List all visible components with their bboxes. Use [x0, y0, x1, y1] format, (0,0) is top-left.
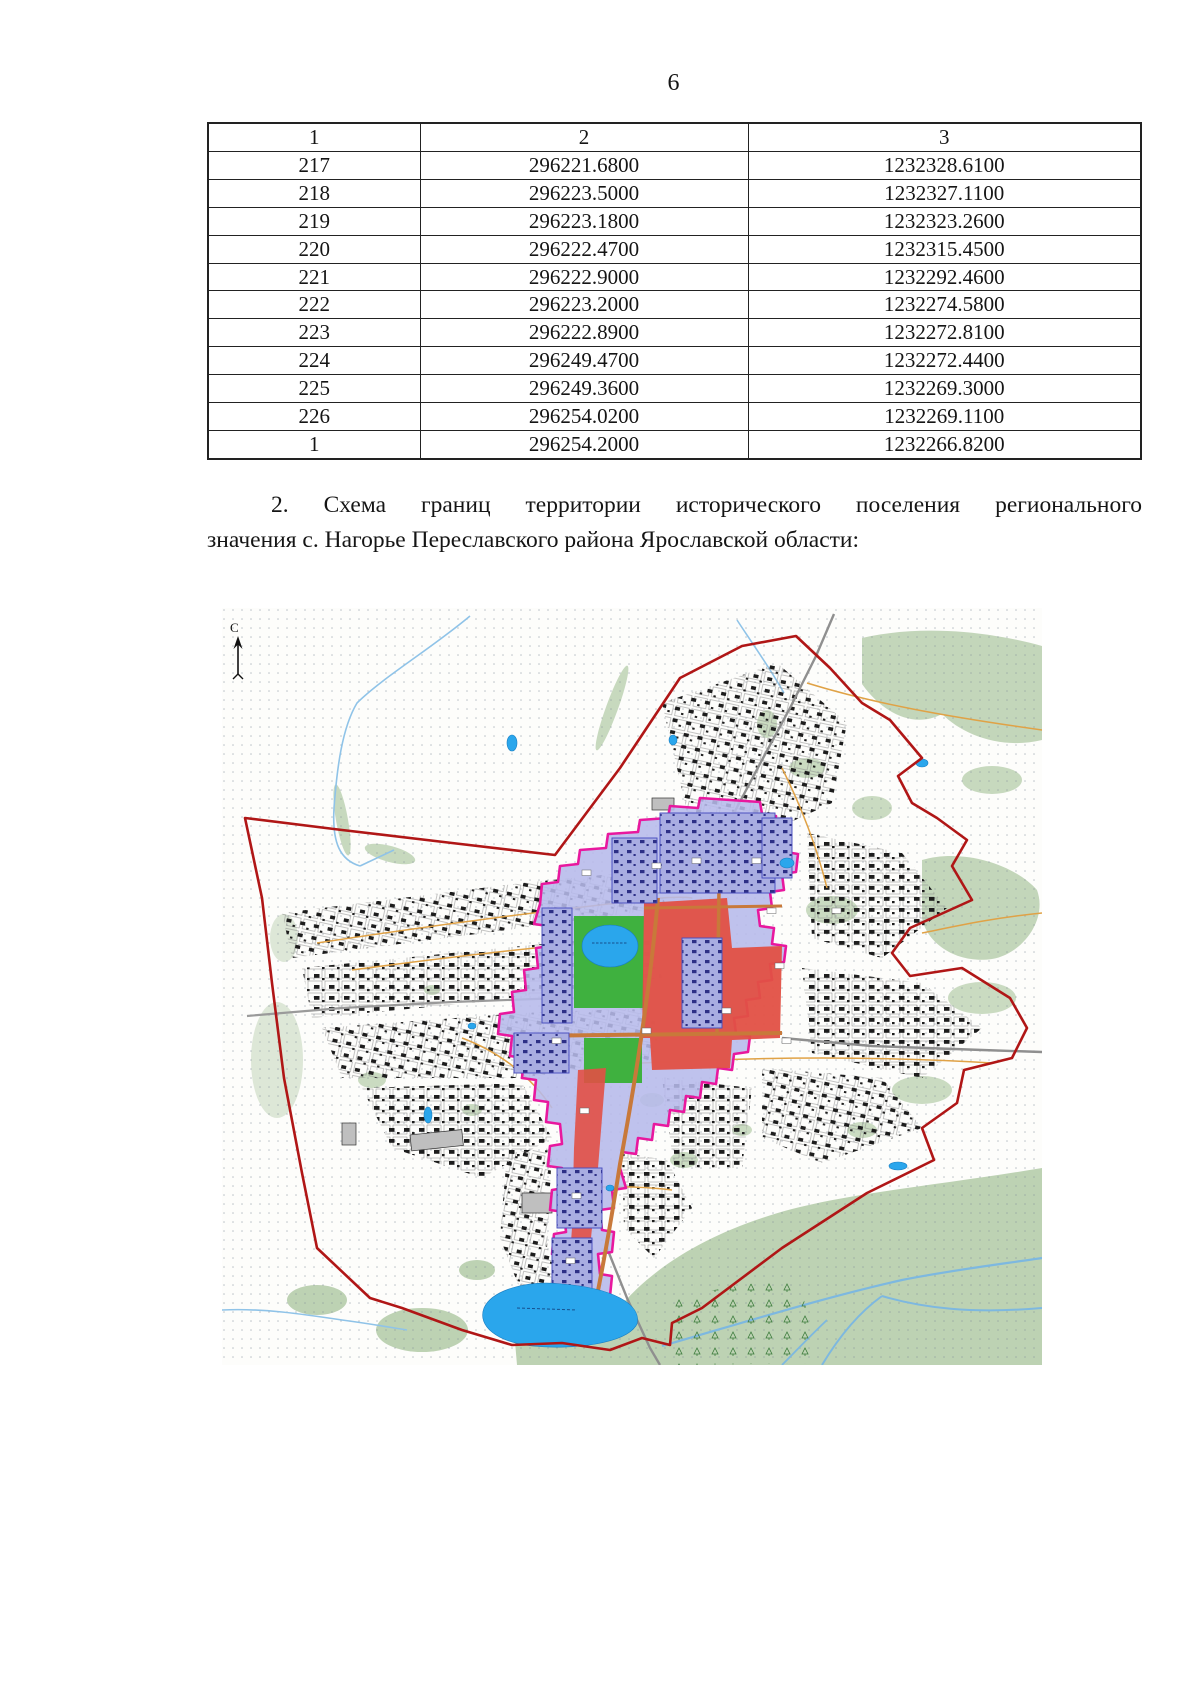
- table-cell: 1232272.4400: [748, 347, 1141, 375]
- coordinates-table: 1 2 3 217296221.68001232328.6100 2182962…: [207, 122, 1142, 460]
- table-row: 223296222.89001232272.8100: [208, 319, 1141, 347]
- table-header: 2: [420, 123, 748, 151]
- table-row: 222296223.20001232274.5800: [208, 291, 1141, 319]
- table-cell: 296223.1800: [420, 207, 748, 235]
- table-cell: 225: [208, 375, 420, 403]
- table-cell: 1: [208, 430, 420, 459]
- park-pond: [582, 925, 638, 967]
- table-cell: 218: [208, 179, 420, 207]
- table-header-row: 1 2 3: [208, 123, 1141, 151]
- table-cell: 296223.5000: [420, 179, 748, 207]
- table-cell: 224: [208, 347, 420, 375]
- table-cell: 1232292.4600: [748, 263, 1141, 291]
- table-cell: 221: [208, 263, 420, 291]
- table-cell: 296254.2000: [420, 430, 748, 459]
- table-cell: 1232328.6100: [748, 151, 1141, 179]
- table-cell: 1232327.1100: [748, 179, 1141, 207]
- map-caption: 2. Схема границ территории исторического…: [207, 488, 1142, 558]
- table-cell: 296249.3600: [420, 375, 748, 403]
- table-row: 220296222.47001232315.4500: [208, 235, 1141, 263]
- table-cell: 219: [208, 207, 420, 235]
- settlement-map-figure: С: [222, 608, 1042, 1365]
- table-cell: 217: [208, 151, 420, 179]
- table-cell: 296249.4700: [420, 347, 748, 375]
- table-header: 3: [748, 123, 1141, 151]
- settlement-map: С: [222, 608, 1042, 1365]
- table-row: 218296223.50001232327.1100: [208, 179, 1141, 207]
- north-label: С: [230, 620, 239, 635]
- table-cell: 1232269.1100: [748, 403, 1141, 431]
- table-row: 217296221.68001232328.6100: [208, 151, 1141, 179]
- caption-line: значения с. Нагорье Переславского района…: [207, 523, 1142, 558]
- table-cell: 1232315.4500: [748, 235, 1141, 263]
- table-cell: 222: [208, 291, 420, 319]
- table-cell: 1232274.5800: [748, 291, 1141, 319]
- table-cell: 296222.8900: [420, 319, 748, 347]
- table-cell: 296222.9000: [420, 263, 748, 291]
- table-row: 219296223.18001232323.2600: [208, 207, 1141, 235]
- table-row: 221296222.90001232292.4600: [208, 263, 1141, 291]
- document-page: 6 1 2 3 217296221.68001232328.6100 21829…: [0, 0, 1200, 1697]
- table-cell: 223: [208, 319, 420, 347]
- caption-line: 2. Схема границ территории исторического…: [207, 488, 1142, 523]
- table-cell: 296222.4700: [420, 235, 748, 263]
- table-cell: 220: [208, 235, 420, 263]
- table-cell: 296254.0200: [420, 403, 748, 431]
- table-cell: 296221.6800: [420, 151, 748, 179]
- table-header: 1: [208, 123, 420, 151]
- table-row: 225296249.36001232269.3000: [208, 375, 1141, 403]
- table-cell: 296223.2000: [420, 291, 748, 319]
- table-cell: 1232266.8200: [748, 430, 1141, 459]
- table-cell: 1232272.8100: [748, 319, 1141, 347]
- table-row: 226296254.02001232269.1100: [208, 403, 1141, 431]
- page-number: 6: [207, 70, 1140, 97]
- small-pond: [507, 735, 517, 751]
- table-cell: 1232269.3000: [748, 375, 1141, 403]
- table-cell: 1232323.2600: [748, 207, 1141, 235]
- table-cell: 226: [208, 403, 420, 431]
- table-row: 1296254.20001232266.8200: [208, 430, 1141, 459]
- table-row: 224296249.47001232272.4400: [208, 347, 1141, 375]
